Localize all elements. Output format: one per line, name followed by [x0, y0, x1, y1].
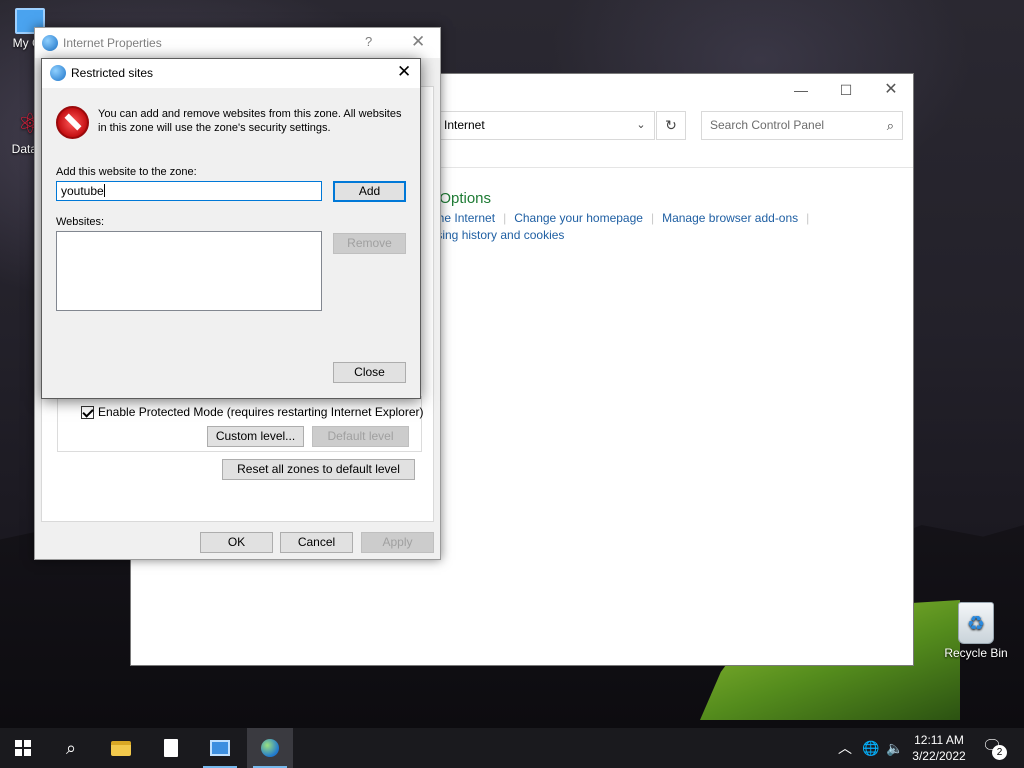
- desktop-icon-label: Recycle Bin: [944, 646, 1008, 660]
- taskbar-notepad[interactable]: [148, 728, 194, 768]
- protected-mode-checkbox[interactable]: [81, 405, 94, 419]
- text-caret: [103, 184, 105, 197]
- link-change-homepage[interactable]: Change your homepage: [514, 211, 643, 225]
- clock-time: 12:11 AM: [914, 733, 964, 747]
- default-level-button[interactable]: Default level: [312, 426, 409, 447]
- document-icon: [164, 739, 178, 757]
- action-center-button[interactable]: 🗨 2: [982, 736, 1007, 760]
- taskbar-internet-properties[interactable]: [247, 728, 293, 768]
- close-button[interactable]: Close: [333, 362, 406, 383]
- clock[interactable]: 12:11 AM 3/22/2022: [906, 732, 972, 764]
- network-button[interactable]: 🌐: [862, 728, 879, 768]
- link-browsing-history[interactable]: owsing history and cookies: [421, 228, 564, 242]
- network-globe-icon: 🌐: [862, 739, 880, 756]
- reset-all-zones-button[interactable]: Reset all zones to default level: [222, 459, 415, 480]
- cancel-button[interactable]: Cancel: [280, 532, 353, 553]
- taskbar-file-explorer[interactable]: [98, 728, 144, 768]
- restricted-sites-titlebar: Restricted sites ✕: [42, 59, 420, 88]
- task-links-row: to the Internet | Change your homepage | Man…: [421, 210, 817, 227]
- start-button[interactable]: [0, 728, 46, 768]
- search-placeholder: Search Control Panel: [710, 118, 825, 132]
- add-button[interactable]: Add: [333, 181, 406, 202]
- protected-mode-label: Enable Protected Mode (requires restarti…: [98, 405, 424, 419]
- desktop-icon-recycle-bin[interactable]: ♻ Recycle Bin: [938, 602, 1014, 660]
- protected-mode-row[interactable]: Enable Protected Mode (requires restarti…: [81, 405, 424, 419]
- close-icon[interactable]: ✕: [397, 62, 411, 82]
- separator: |: [503, 211, 507, 225]
- restricted-no-entry-icon: [56, 106, 89, 139]
- taskbar-search-button[interactable]: ⌕: [48, 728, 94, 768]
- internet-options-icon: [261, 739, 279, 757]
- ok-button[interactable]: OK: [200, 532, 273, 553]
- clock-date: 3/22/2022: [912, 749, 966, 763]
- maximize-button[interactable]: ☐: [831, 80, 861, 100]
- taskbar-control-panel[interactable]: [197, 728, 243, 768]
- help-button[interactable]: ?: [365, 34, 372, 49]
- search-icon: ⌕: [886, 118, 894, 133]
- chevron-up-icon: ︿: [838, 740, 852, 756]
- restricted-sites-dialog: Restricted sites ✕ You can add and remov…: [41, 58, 421, 399]
- volume-button[interactable]: 🔈: [886, 728, 903, 768]
- search-input[interactable]: Search Control Panel ⌕: [701, 111, 903, 140]
- remove-button[interactable]: Remove: [333, 233, 406, 254]
- taskbar: ⌕ ︿ 🌐 🔈 12:11 AM 3/22/2022 🗨 2: [0, 728, 1024, 768]
- task-links: to the Internet | Change your homepage | Man…: [421, 210, 817, 244]
- speaker-icon: 🔈: [886, 739, 904, 756]
- separator: |: [650, 211, 655, 225]
- close-button[interactable]: ✕: [876, 80, 906, 100]
- link-manage-addons[interactable]: Manage browser add-ons: [662, 211, 798, 225]
- websites-list[interactable]: [56, 231, 322, 311]
- zone-description: You can add and remove websites from thi…: [98, 108, 402, 134]
- websites-label: Websites:: [56, 216, 105, 228]
- custom-level-button[interactable]: Custom level...: [207, 426, 304, 447]
- windows-logo-icon: [15, 740, 31, 756]
- internet-properties-titlebar: Internet Properties ? ✕: [35, 28, 440, 58]
- refresh-icon[interactable]: ↻: [656, 111, 686, 140]
- notification-count-badge: 2: [992, 745, 1007, 760]
- dialog-title: Restricted sites: [71, 66, 154, 80]
- add-website-label: Add this website to the zone:: [56, 166, 197, 178]
- address-bar[interactable]: Internet: [431, 111, 655, 140]
- window-title: Internet Properties: [63, 36, 162, 50]
- website-input-value: youtube: [61, 184, 104, 198]
- folder-icon: [111, 740, 131, 756]
- task-links-row: owsing history and cookies: [421, 227, 817, 244]
- close-icon[interactable]: ✕: [411, 32, 425, 52]
- website-input[interactable]: youtube: [56, 181, 322, 201]
- minimize-button[interactable]: —: [786, 80, 816, 100]
- internet-globe-icon: [42, 35, 58, 51]
- show-hidden-icons-button[interactable]: ︿: [838, 728, 852, 768]
- apply-button[interactable]: Apply: [361, 532, 434, 553]
- recycle-bin-icon: ♻: [958, 602, 994, 644]
- search-icon: ⌕: [65, 737, 77, 758]
- separator: |: [806, 211, 810, 225]
- chevron-down-icon[interactable]: ⌄: [628, 111, 654, 140]
- control-panel-icon: [210, 740, 230, 756]
- internet-globe-icon: [50, 65, 66, 81]
